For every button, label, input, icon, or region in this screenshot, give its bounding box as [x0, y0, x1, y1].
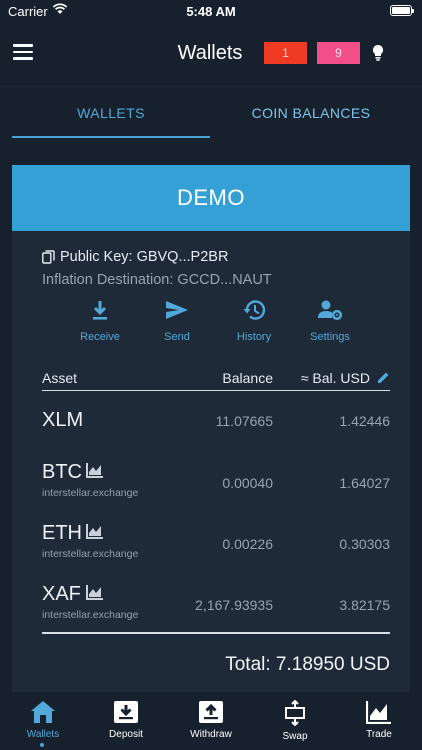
usd-column-header: ≈ Bal. USD [300, 370, 370, 386]
asset-code: XLM [42, 409, 84, 431]
tabbar-withdraw[interactable]: Withdraw [176, 700, 246, 740]
asset-balance: 11.07665 [215, 413, 273, 429]
menu-icon[interactable] [13, 44, 33, 60]
asset-column-header: Asset [42, 370, 78, 386]
tabbar-trade-label: Trade [366, 729, 392, 740]
tabbar-deposit-label: Deposit [109, 729, 143, 740]
battery-icon [390, 5, 414, 16]
settings-button[interactable]: Settings [298, 299, 362, 343]
table-row[interactable]: XLM 11.07665 1.42446 [42, 403, 390, 463]
wallet-card: DEMO Public Key: GBVQ...P2BR Inflation D… [12, 165, 410, 695]
send-icon [166, 301, 188, 319]
table-row[interactable]: ETH interstellar.exchange 0.00226 0.3030… [42, 518, 390, 578]
notification-badge-red[interactable]: 1 [264, 42, 307, 64]
swap-icon [285, 700, 305, 726]
status-time: 5:48 AM [186, 4, 236, 19]
receive-button[interactable]: Receive [68, 299, 132, 343]
chart-icon[interactable] [86, 462, 104, 478]
withdraw-icon [199, 701, 223, 723]
tabbar-withdraw-label: Withdraw [190, 729, 232, 740]
chart-icon[interactable] [86, 584, 104, 600]
notification-badge-pink[interactable]: 9 [317, 42, 360, 64]
wallet-tabs: WALLETS COIN BALANCES [0, 86, 422, 138]
balance-table-header: Asset Balance ≈ Bal. USD [42, 369, 390, 391]
asset-balance: 0.00226 [222, 536, 273, 552]
pencil-icon[interactable] [377, 371, 390, 384]
wallet-name-header[interactable]: DEMO [12, 165, 410, 231]
asset-usd-value: 3.82175 [339, 597, 390, 613]
tab-wallets[interactable]: WALLETS [12, 105, 210, 121]
trade-chart-icon [366, 701, 391, 724]
balance-column-header: Balance [222, 370, 273, 386]
tabbar-swap[interactable]: Swap [260, 700, 330, 742]
tabbar-wallets[interactable]: Wallets [8, 700, 78, 740]
table-row[interactable]: BTC interstellar.exchange 0.00040 1.6402… [42, 457, 390, 517]
tabbar-trade[interactable]: Trade [344, 700, 414, 740]
bottom-tab-bar: Wallets Deposit Withdraw Swap Trade [0, 692, 422, 750]
copy-icon[interactable] [42, 250, 55, 264]
page-title: Wallets [177, 42, 243, 64]
active-tab-dot [40, 743, 44, 747]
asset-code: ETH [42, 522, 82, 544]
tabbar-deposit[interactable]: Deposit [91, 700, 161, 740]
chart-icon[interactable] [86, 523, 104, 539]
tabbar-wallets-label: Wallets [26, 729, 60, 740]
lightbulb-icon[interactable] [371, 44, 385, 62]
user-settings-icon [318, 300, 343, 321]
table-row[interactable]: XAF interstellar.exchange 2,167.93935 3.… [42, 579, 390, 639]
asset-code: XAF [42, 583, 81, 605]
receive-label: Receive [80, 331, 120, 343]
nav-bar: Wallets 1 9 [0, 22, 422, 86]
public-key[interactable]: Public Key: GBVQ...P2BR [60, 249, 228, 265]
history-button[interactable]: History [222, 299, 286, 343]
asset-usd-value: 0.30303 [339, 536, 390, 552]
total-divider [42, 632, 390, 634]
asset-usd-value: 1.42446 [339, 413, 390, 429]
send-label: Send [164, 331, 190, 343]
tabbar-swap-label: Swap [282, 731, 308, 742]
asset-usd-value: 1.64027 [339, 475, 390, 491]
home-icon [31, 701, 55, 723]
history-icon [243, 300, 266, 320]
send-button[interactable]: Send [145, 299, 209, 343]
tab-coin-balances[interactable]: COIN BALANCES [212, 105, 410, 121]
asset-domain: interstellar.exchange [42, 609, 139, 621]
asset-balance: 2,167.93935 [195, 597, 273, 613]
deposit-icon [114, 701, 138, 723]
history-label: History [236, 331, 272, 343]
active-tab-indicator [12, 136, 210, 138]
asset-domain: interstellar.exchange [42, 548, 139, 560]
settings-label: Settings [310, 331, 350, 343]
total-balance: Total: 7.18950 USD [225, 654, 390, 675]
status-bar: Carrier 5:48 AM [0, 0, 422, 22]
asset-balance: 0.00040 [222, 475, 273, 491]
inflation-destination: Inflation Destination: GCCD...NAUT [42, 272, 272, 288]
asset-domain: interstellar.exchange [42, 487, 139, 499]
download-icon [93, 301, 107, 320]
asset-code: BTC [42, 461, 82, 483]
